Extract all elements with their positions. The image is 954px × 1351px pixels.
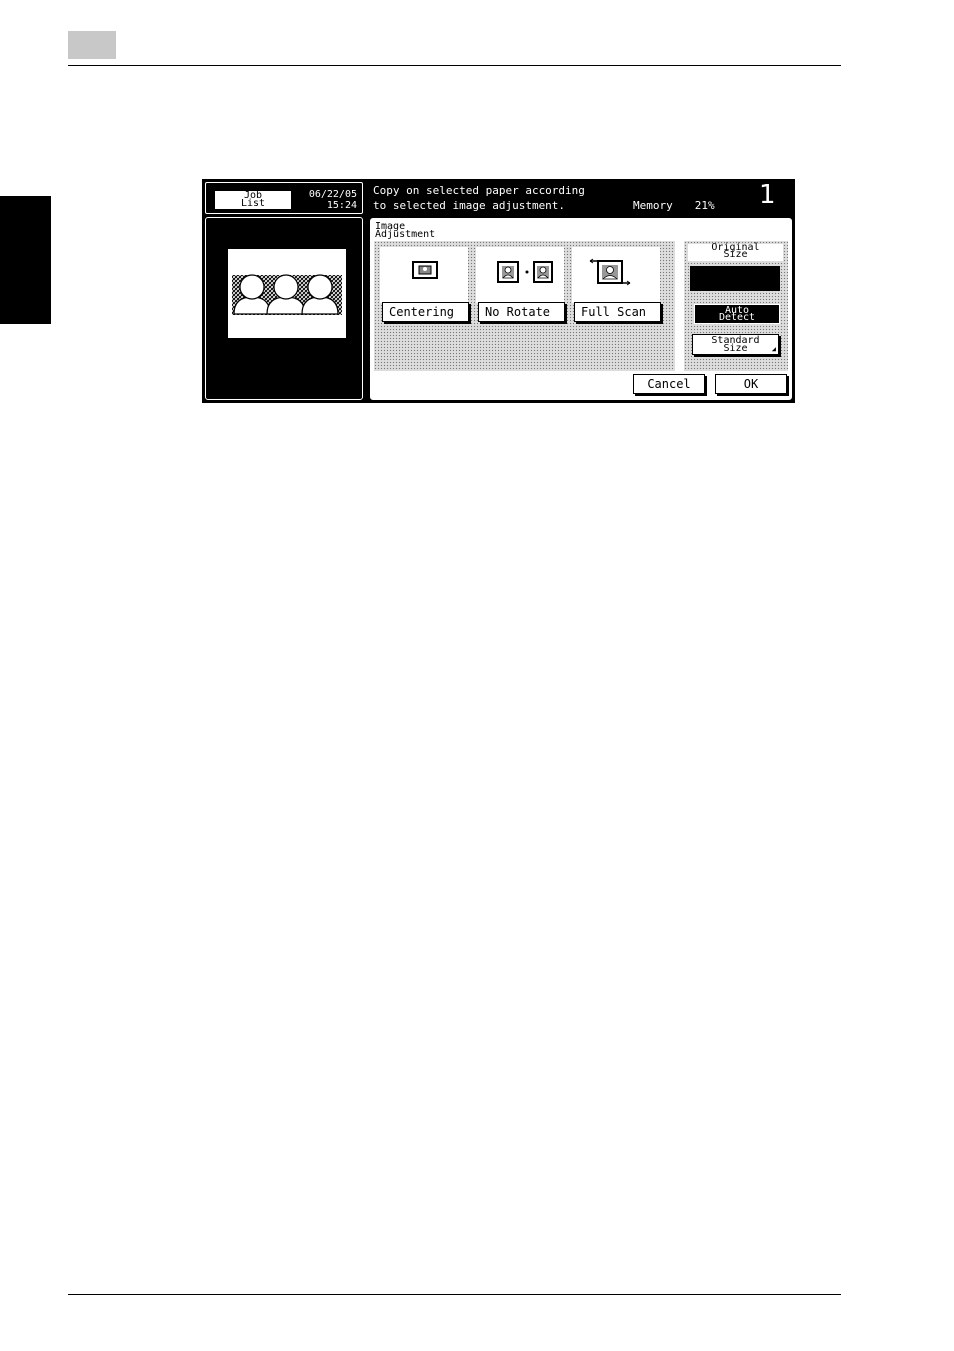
status-message-line1: Copy on selected paper according — [373, 184, 585, 197]
cancel-button[interactable]: Cancel — [633, 374, 705, 394]
copier-control-panel-screen: Job List 06/22/05 15:24 Copy on selected… — [202, 179, 795, 403]
original-size-label: Original Size — [688, 243, 783, 261]
original-size-section: Original Size Auto Detect Standard Size … — [684, 241, 788, 371]
page-number-tab — [68, 31, 116, 59]
full-scan-option: Full Scan — [570, 247, 662, 327]
original-size-label-line2: Size — [723, 249, 748, 260]
standard-size-button[interactable]: Standard Size ◢ — [692, 334, 779, 355]
ok-button[interactable]: OK — [715, 374, 787, 394]
no-rotate-card[interactable] — [476, 247, 564, 303]
status-message-line2: to selected image adjustment. — [373, 199, 566, 212]
full-scan-button[interactable]: Full Scan — [574, 302, 661, 322]
standard-size-line2: Size — [723, 342, 748, 354]
full-scan-card[interactable] — [572, 247, 660, 303]
image-adjustment-panel: Image Adjustment Centering No Rotate Ful… — [369, 217, 793, 401]
panel-title: Image Adjustment — [375, 222, 436, 240]
job-list-button[interactable]: Job List — [214, 190, 292, 210]
auto-detect-line2: Detect — [718, 312, 756, 323]
header-rule — [68, 65, 841, 66]
centering-card[interactable] — [380, 247, 468, 303]
original-size-display — [690, 266, 780, 291]
date-text: 06/22/05 — [308, 189, 357, 200]
preview-paper — [228, 249, 346, 338]
no-rotate-button[interactable]: No Rotate — [478, 302, 565, 322]
copy-preview-panel — [205, 217, 363, 400]
centering-button[interactable]: Centering — [382, 302, 469, 322]
chapter-side-tab — [0, 196, 51, 324]
status-message: Copy on selected paper according to sele… — [373, 183, 585, 213]
centering-icon — [412, 261, 438, 279]
preview-image-icon — [232, 274, 342, 315]
no-rotate-option: No Rotate — [474, 247, 566, 327]
panel-title-line2: Adjustment — [375, 229, 436, 240]
memory-label: Memory — [633, 199, 673, 212]
full-scan-icon — [589, 258, 631, 286]
image-adjustment-options: Centering No Rotate Full Scan — [374, 241, 675, 371]
no-rotate-icon — [497, 261, 553, 283]
memory-value: 21% — [694, 199, 715, 212]
submenu-corner-icon: ◢ — [771, 345, 776, 353]
auto-detect-button[interactable]: Auto Detect — [694, 304, 780, 324]
footer-rule — [68, 1294, 841, 1295]
copy-count: 1 — [759, 180, 776, 210]
time-text: 15:24 — [326, 200, 357, 211]
job-info-header: Job List 06/22/05 15:24 — [205, 182, 363, 214]
centering-option: Centering — [378, 247, 470, 327]
job-list-label-line2: List — [240, 198, 266, 209]
memory-indicator: Memory 21% — [633, 199, 715, 212]
date-time-display: 06/22/05 15:24 — [309, 189, 357, 211]
